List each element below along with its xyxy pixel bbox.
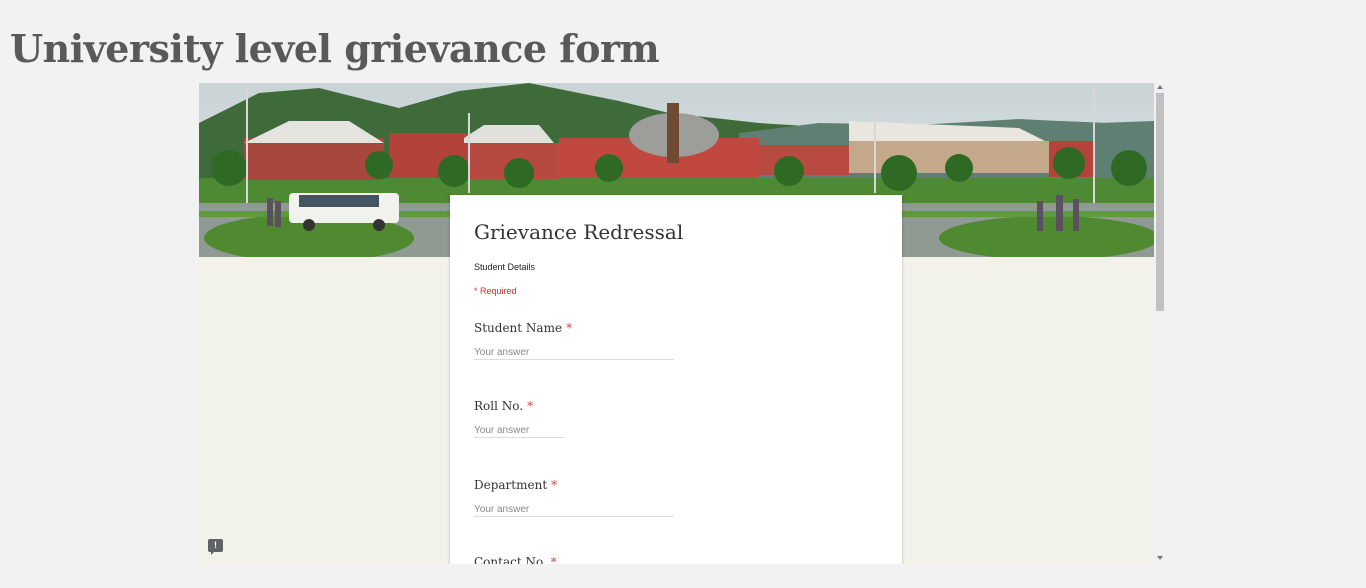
department-input[interactable]: Your answer [474,504,674,517]
question-label: Contact No. [474,555,547,564]
required-asterisk: * [550,555,557,564]
question-label: Student Name [474,321,563,335]
student-name-input[interactable]: Your answer [474,347,674,360]
question-contact-no: Contact No. * [474,555,557,564]
form-description: Student Details [474,262,536,272]
question-student-name: Student Name * Your answer [474,321,674,360]
roll-no-input[interactable]: Your answer [474,425,565,438]
question-roll-no: Roll No. * Your answer [474,399,565,438]
question-label: Roll No. [474,399,524,413]
slide-title: University level grievance form [10,26,660,71]
scroll-up-arrow-icon[interactable] [1157,85,1163,89]
question-department: Department * Your answer [474,478,674,517]
feedback-icon[interactable]: ! [208,539,223,555]
form-title: Grievance Redressal [474,220,684,244]
required-note: * Required [474,286,517,296]
required-asterisk: * [566,321,573,335]
scrollbar[interactable] [1154,83,1166,564]
question-label: Department [474,478,548,492]
form-card: Grievance Redressal Student Details * Re… [450,195,902,564]
required-asterisk: * [527,399,534,413]
scroll-down-arrow-icon[interactable] [1157,556,1163,560]
scroll-thumb[interactable] [1156,93,1164,311]
required-asterisk: * [551,478,558,492]
form-screenshot: ! Grievance Redressal Student Details * … [199,83,1166,564]
